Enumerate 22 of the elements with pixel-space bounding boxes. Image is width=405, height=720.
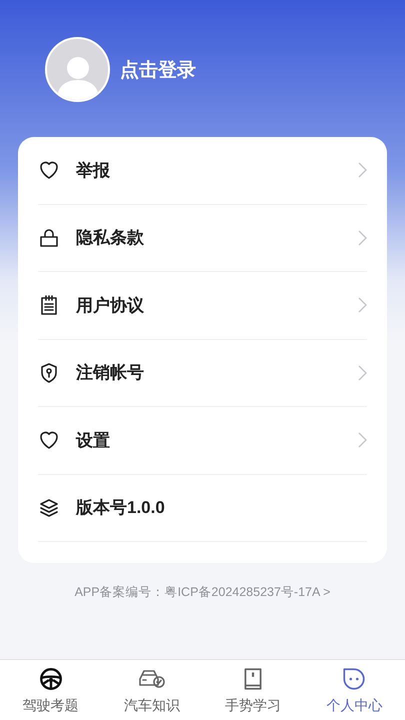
chevron-right-icon	[358, 162, 367, 178]
menu-item[interactable]: 注销帐号	[38, 340, 367, 407]
menu-item[interactable]: 版本号1.0.0	[38, 474, 367, 542]
menu-label: 举报	[76, 160, 111, 182]
menu-item[interactable]: 隐私条款	[38, 204, 367, 272]
tab[interactable]: 手势学习	[202, 660, 304, 720]
menu-label: 隐私条款	[76, 227, 145, 249]
chevron-right-icon	[358, 230, 367, 246]
tab[interactable]: 个人中心	[304, 660, 405, 720]
menu-label: 用户协议	[76, 294, 145, 316]
chevron-right-icon	[358, 364, 367, 381]
menu-label: 版本号1.0.0	[76, 497, 166, 519]
menu-label: 设置	[76, 430, 111, 452]
menu-item[interactable]: 用户协议	[38, 272, 367, 340]
menu-item[interactable]: 举报	[38, 137, 367, 204]
chevron-right-icon	[358, 432, 367, 448]
tab[interactable]: 驾驶考题	[0, 660, 102, 720]
menu-label: 注销帐号	[76, 362, 145, 384]
login-link[interactable]: 点击登录	[120, 57, 196, 86]
menu-item[interactable]: 设置	[38, 407, 367, 474]
tab[interactable]: 汽车知识	[101, 660, 202, 720]
chevron-right-icon	[358, 297, 367, 314]
